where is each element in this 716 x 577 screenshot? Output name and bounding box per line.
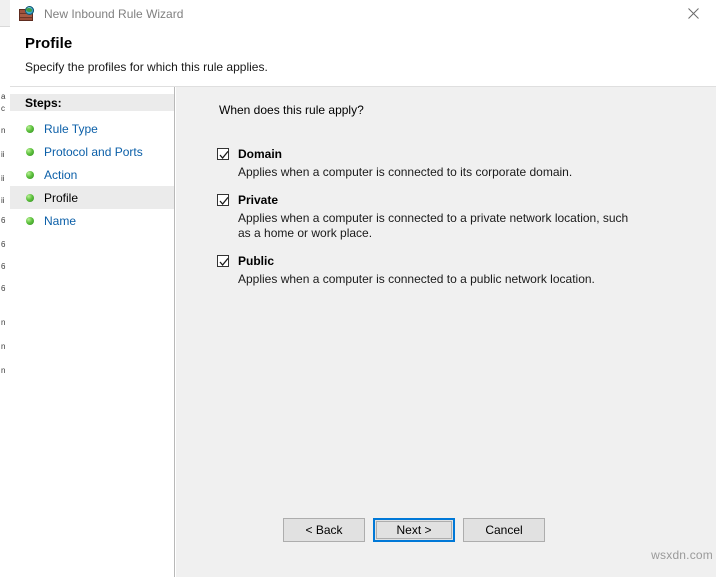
sidebar-item-action[interactable]: Action xyxy=(10,163,174,186)
firewall-brick-globe-icon xyxy=(18,6,36,22)
sidebar-item-profile[interactable]: Profile xyxy=(10,186,174,209)
steps-sidebar: Steps: Rule Type Protocol and Ports Acti… xyxy=(10,87,175,577)
sidebar-item-label: Action xyxy=(44,168,77,182)
option-row-public: Public Applies when a computer is connec… xyxy=(217,254,687,287)
background-text-fragment: 6 xyxy=(1,262,5,271)
background-text-fragment: ii xyxy=(1,150,5,159)
cancel-button[interactable]: Cancel xyxy=(463,518,545,542)
green-bullet-icon xyxy=(26,171,34,179)
option-label: Public xyxy=(238,254,274,268)
option-description: Applies when a computer is connected to … xyxy=(238,165,638,180)
next-button[interactable]: Next > xyxy=(373,518,455,542)
option-row-domain: Domain Applies when a computer is connec… xyxy=(217,147,687,180)
option-row-private: Private Applies when a computer is conne… xyxy=(217,193,687,241)
green-bullet-icon xyxy=(26,148,34,156)
checkbox-public[interactable]: Public xyxy=(217,254,687,268)
back-button[interactable]: < Back xyxy=(283,518,365,542)
content-question: When does this rule apply? xyxy=(219,103,364,117)
new-inbound-rule-wizard-window: New Inbound Rule Wizard Profile Specify … xyxy=(10,0,716,577)
next-button-label: Next > xyxy=(376,521,452,539)
background-text-fragment: n xyxy=(1,126,5,135)
background-text-fragment: n xyxy=(1,318,5,327)
background-text-fragment: a xyxy=(1,92,5,101)
wizard-button-bar: < Back Next > Cancel wsxdn.com xyxy=(176,490,716,577)
wizard-header: Profile Specify the profiles for which t… xyxy=(10,27,716,87)
checkmark-icon xyxy=(217,194,229,206)
background-text-fragment: 6 xyxy=(1,216,5,225)
green-bullet-icon xyxy=(26,217,34,225)
window-title: New Inbound Rule Wizard xyxy=(44,7,183,21)
checkbox-private[interactable]: Private xyxy=(217,193,687,207)
sidebar-item-rule-type[interactable]: Rule Type xyxy=(10,117,174,140)
option-description: Applies when a computer is connected to … xyxy=(238,272,638,287)
background-text-fragment: c xyxy=(1,104,5,113)
checkmark-icon xyxy=(217,255,229,267)
background-text-fragment: n xyxy=(1,366,5,375)
profile-options-group: Domain Applies when a computer is connec… xyxy=(217,147,687,300)
checkbox-domain[interactable]: Domain xyxy=(217,147,687,161)
steps-heading-label: Steps: xyxy=(25,96,62,110)
close-icon[interactable] xyxy=(670,0,716,27)
option-description: Applies when a computer is connected to … xyxy=(238,211,638,241)
checkmark-icon xyxy=(217,148,229,160)
background-text-fragment: 6 xyxy=(1,240,5,249)
sidebar-item-label: Protocol and Ports xyxy=(44,145,143,159)
watermark: wsxdn.com xyxy=(651,548,713,562)
option-label: Private xyxy=(238,193,278,207)
background-text-fragment: 6 xyxy=(1,284,5,293)
option-label: Domain xyxy=(238,147,282,161)
page-subtitle: Specify the profiles for which this rule… xyxy=(25,60,268,74)
background-text-fragment: ii xyxy=(1,196,5,205)
sidebar-item-label: Profile xyxy=(44,191,78,205)
steps-heading: Steps: xyxy=(10,94,174,111)
steps-list: Rule Type Protocol and Ports Action Prof… xyxy=(10,117,174,232)
background-text-fragment: n xyxy=(1,342,5,351)
page-title: Profile xyxy=(25,35,72,52)
green-bullet-icon xyxy=(26,194,34,202)
background-text-fragment: ii xyxy=(1,174,5,183)
green-bullet-icon xyxy=(26,125,34,133)
window-titlebar: New Inbound Rule Wizard xyxy=(10,0,716,27)
sidebar-item-name[interactable]: Name xyxy=(10,209,174,232)
sidebar-item-label: Rule Type xyxy=(44,122,98,136)
sidebar-item-protocol-and-ports[interactable]: Protocol and Ports xyxy=(10,140,174,163)
sidebar-item-label: Name xyxy=(44,214,76,228)
